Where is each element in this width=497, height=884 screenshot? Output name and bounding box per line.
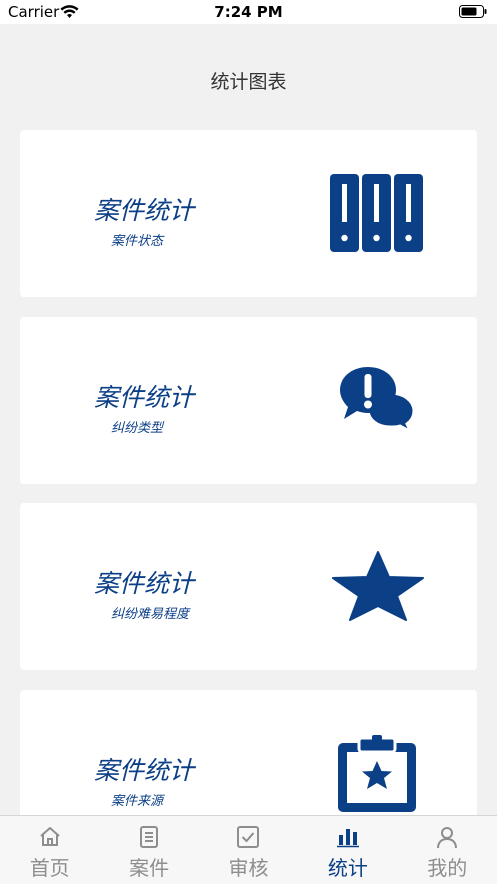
tab-label: 案件 (129, 856, 170, 880)
stats-card-dispute-type[interactable]: 案件统计 纠纷类型 (20, 317, 477, 484)
stats-card-case-status[interactable]: 案件统计 案件状态 (20, 130, 477, 297)
clipboard-star-icon (338, 735, 416, 812)
document-icon (140, 826, 159, 848)
binders-icon (330, 174, 423, 252)
bar-chart-icon (336, 829, 359, 848)
chat-alert-icon (340, 367, 416, 433)
tab-label: 我的 (427, 856, 468, 880)
check-box-icon (237, 826, 260, 848)
home-icon (40, 827, 60, 846)
card-subtitle: 案件来源 (111, 794, 164, 809)
battery-icon (459, 5, 487, 18)
status-bar: Carrier 7:24 PM (0, 0, 497, 24)
card-title: 案件统计 (94, 196, 195, 225)
tab-bar: 首页 案件 审核 统计 我的 (0, 815, 497, 884)
person-icon (437, 827, 458, 849)
stats-card-dispute-difficulty[interactable]: 案件统计 纠纷难易程度 (20, 503, 477, 670)
card-title: 案件统计 (94, 756, 195, 785)
card-title: 案件统计 (94, 569, 195, 598)
tab-cases[interactable]: 案件 (99, 816, 198, 884)
tab-label: 审核 (228, 856, 269, 880)
card-title: 案件统计 (94, 383, 195, 412)
card-subtitle: 纠纷难易程度 (111, 607, 190, 622)
tab-home[interactable]: 首页 (0, 816, 99, 884)
card-subtitle: 案件状态 (111, 234, 164, 249)
clock: 7:24 PM (214, 3, 283, 21)
page-title: 统计图表 (210, 71, 287, 93)
tab-statistics[interactable]: 统计 (298, 816, 397, 884)
tab-label: 统计 (327, 856, 368, 880)
star-icon (332, 551, 424, 621)
tab-review[interactable]: 审核 (199, 816, 298, 884)
tab-profile[interactable]: 我的 (398, 816, 497, 884)
tab-label: 首页 (29, 856, 70, 880)
card-subtitle: 纠纷类型 (111, 421, 164, 436)
